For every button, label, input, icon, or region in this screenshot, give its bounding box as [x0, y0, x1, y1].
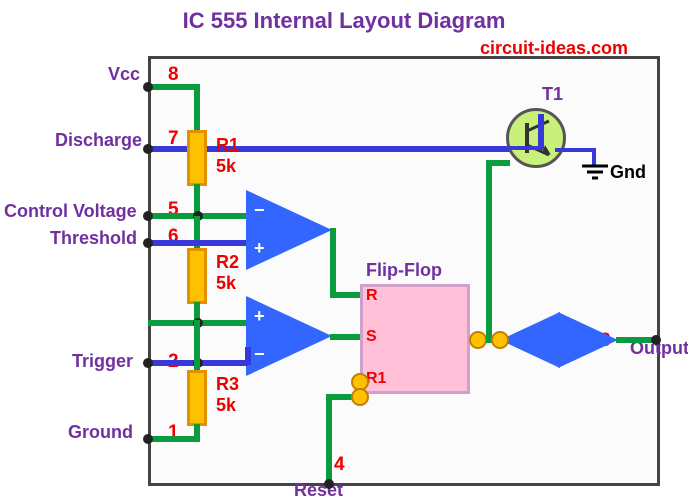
- minus-sign: −: [254, 200, 265, 221]
- r1-name: R1: [216, 135, 239, 156]
- inverter: [500, 312, 560, 368]
- r2-name: R2: [216, 252, 239, 273]
- wire: [616, 337, 656, 343]
- wire: [326, 394, 332, 484]
- resistor-r1: [187, 130, 207, 186]
- node: [324, 479, 334, 489]
- resistor-r2: [187, 248, 207, 304]
- pin-num-4: 4: [334, 454, 345, 476]
- pin-label-ground: Ground: [68, 422, 133, 443]
- flipflop-title: Flip-Flop: [366, 260, 442, 281]
- node: [143, 238, 153, 248]
- transistor-icon: [509, 111, 563, 165]
- r2-value: 5k: [216, 273, 236, 294]
- wire: [555, 148, 595, 152]
- node: [143, 211, 153, 221]
- ff-r1: R1: [366, 370, 386, 388]
- wire: [538, 114, 544, 150]
- wire: [330, 228, 336, 298]
- gnd-label: Gnd: [610, 162, 646, 183]
- wire: [194, 84, 200, 132]
- wire: [508, 146, 540, 150]
- transistor-t1: [506, 108, 566, 168]
- wire: [486, 160, 510, 166]
- wire: [148, 436, 200, 442]
- node: [143, 82, 153, 92]
- pin-num-8: 8: [168, 64, 179, 86]
- wire: [330, 334, 360, 340]
- plus-sign: +: [254, 306, 265, 327]
- wire: [486, 162, 492, 342]
- wire: [148, 240, 248, 246]
- r1-value: 5k: [216, 156, 236, 177]
- wire: [148, 84, 200, 90]
- ff-s: S: [366, 328, 377, 346]
- plus-sign: +: [254, 238, 265, 259]
- r3-name: R3: [216, 374, 239, 395]
- wire: [245, 347, 251, 365]
- diagram-title: IC 555 Internal Layout Diagram: [183, 8, 506, 34]
- pin-label-trigger: Trigger: [72, 351, 133, 372]
- node-inv: [491, 331, 509, 349]
- output-buffer: [558, 312, 618, 368]
- pin-label-cv: Control Voltage: [4, 201, 137, 222]
- pin-label-threshold: Threshold: [50, 228, 137, 249]
- wire: [330, 292, 360, 298]
- node-inv: [351, 388, 369, 406]
- node: [143, 358, 153, 368]
- node: [651, 335, 661, 345]
- node: [143, 144, 153, 154]
- minus-sign: −: [254, 344, 265, 365]
- node: [143, 434, 153, 444]
- pin-label-vcc: Vcc: [108, 64, 140, 85]
- resistor-r3: [187, 370, 207, 426]
- t1-label: T1: [542, 84, 563, 105]
- pin-label-reset: Reset: [294, 480, 343, 501]
- ground-icon: [580, 164, 610, 187]
- pin-label-discharge: Discharge: [55, 130, 142, 151]
- wire: [194, 320, 200, 372]
- node-inv: [469, 331, 487, 349]
- r3-value: 5k: [216, 395, 236, 416]
- ff-r: R: [366, 287, 378, 305]
